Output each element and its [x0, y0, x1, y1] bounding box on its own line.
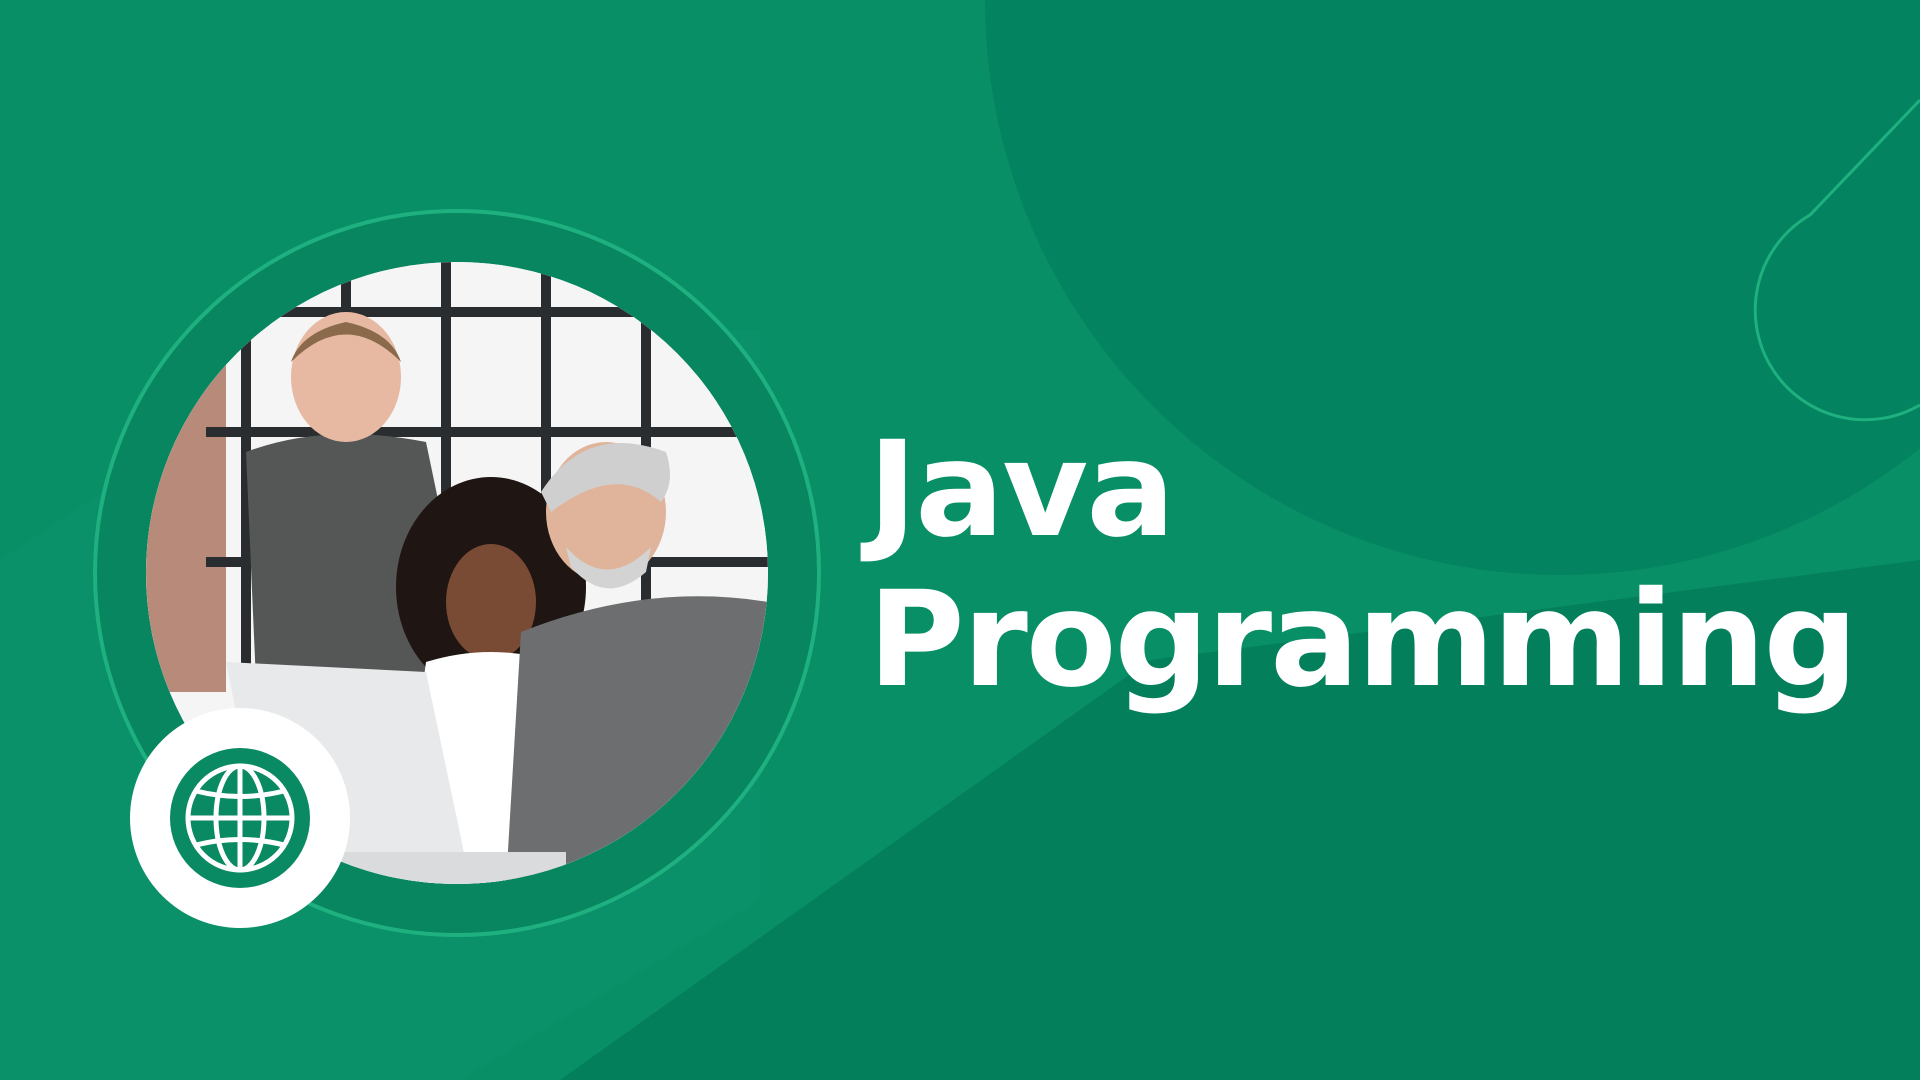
slide-title-line-2: Programming: [868, 563, 1858, 717]
slide-title-line-1: Java: [868, 413, 1175, 567]
globe-badge-inner: [170, 748, 310, 888]
globe-icon: [185, 763, 295, 873]
globe-badge: [130, 708, 350, 928]
slide-title: Java Programming: [868, 413, 1858, 717]
